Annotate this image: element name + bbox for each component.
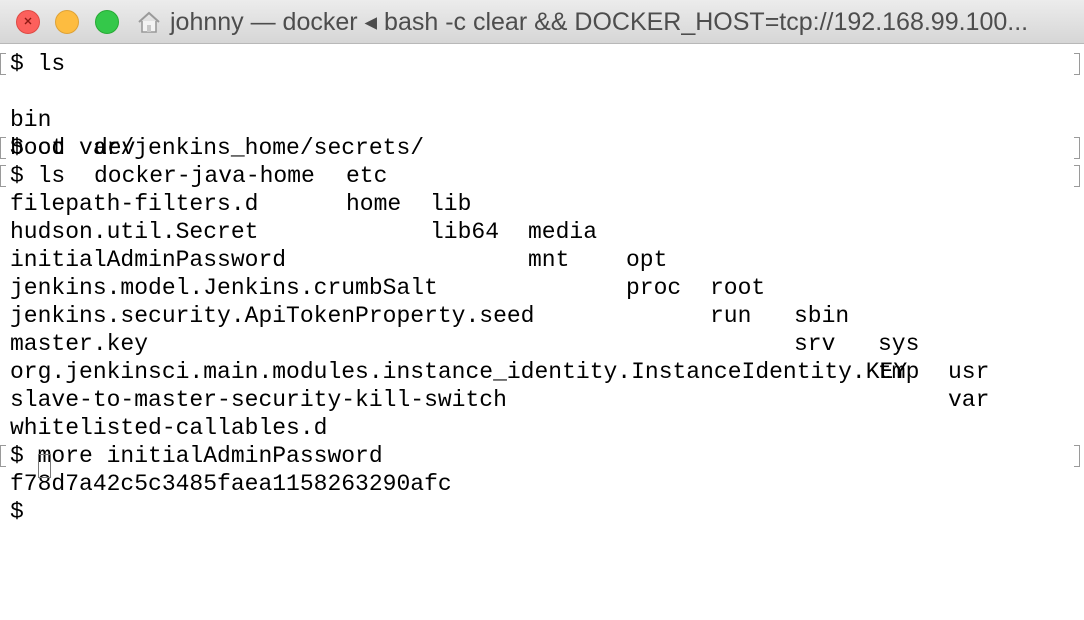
window-title-group: johnny — docker ◂ bash -c clear && DOCKE… xyxy=(136,6,1028,38)
minimize-window-button[interactable] xyxy=(55,10,79,34)
ls-output-row: bin dev etc lib media opt root sbin sys … xyxy=(10,78,1074,385)
list-item: org.jenkinsci.main.modules.instance_iden… xyxy=(10,359,908,385)
ls-output-row: boot docker-java-home home lib64 mnt pro… xyxy=(10,106,1074,413)
list-item: docker-java-home xyxy=(94,163,315,189)
line-mark-right xyxy=(1074,165,1080,187)
list-item: jenkins.security.ApiTokenProperty.seed xyxy=(10,303,535,329)
zoom-window-button[interactable] xyxy=(95,10,119,34)
shell-prompt: $ xyxy=(10,499,38,525)
list-item: root xyxy=(710,275,766,301)
password-output: f78d7a42c5c3485faea1158263290afc xyxy=(10,471,452,497)
command-ls: $ ls xyxy=(10,51,66,77)
list-item: lib xyxy=(430,191,472,217)
line-mark-right xyxy=(1074,137,1080,159)
list-item: etc xyxy=(346,163,388,189)
list-item: mnt xyxy=(528,247,570,273)
list-item: run xyxy=(710,303,752,329)
list-item: opt xyxy=(626,247,668,273)
list-item: hudson.util.Secret xyxy=(10,219,259,245)
list-item: slave-to-master-security-kill-switch xyxy=(10,387,507,413)
line-mark-left xyxy=(0,445,6,467)
close-x-icon xyxy=(24,17,32,25)
text-cursor xyxy=(38,454,51,478)
list-item: var xyxy=(948,387,990,413)
home-folder-icon xyxy=(138,11,160,33)
title-bar: johnny — docker ◂ bash -c clear && DOCKE… xyxy=(0,0,1084,44)
line-mark-right xyxy=(1074,445,1080,467)
list-item: whitelisted-callables.d xyxy=(10,415,328,441)
list-item: jenkins.model.Jenkins.crumbSalt xyxy=(10,275,438,301)
list-item: proc xyxy=(626,275,682,301)
list-item: lib64 xyxy=(430,219,500,245)
close-window-button[interactable] xyxy=(16,10,40,34)
list-item: sys xyxy=(878,331,920,357)
list-item: media xyxy=(528,219,598,245)
terminal-area[interactable]: $ ls bin dev etc lib media opt root sbin… xyxy=(0,46,1084,620)
line-mark-left xyxy=(0,53,6,75)
window-title: johnny — docker ◂ bash -c clear && DOCKE… xyxy=(170,8,1029,36)
list-item: sbin xyxy=(794,303,850,329)
list-item: srv xyxy=(794,331,836,357)
line-mark-left xyxy=(0,165,6,187)
line-mark-right xyxy=(1074,53,1080,75)
list-item: usr xyxy=(948,359,990,385)
list-item: home xyxy=(346,191,402,217)
line-mark-left xyxy=(0,137,6,159)
command-more: $ more initialAdminPassword xyxy=(10,443,383,469)
command-ls: $ ls xyxy=(10,163,66,189)
list-item: master.key xyxy=(10,331,149,357)
list-item: initialAdminPassword xyxy=(10,247,287,273)
command-cd: $ cd var/jenkins_home/secrets/ xyxy=(10,135,425,161)
list-item: filepath-filters.d xyxy=(10,191,259,217)
